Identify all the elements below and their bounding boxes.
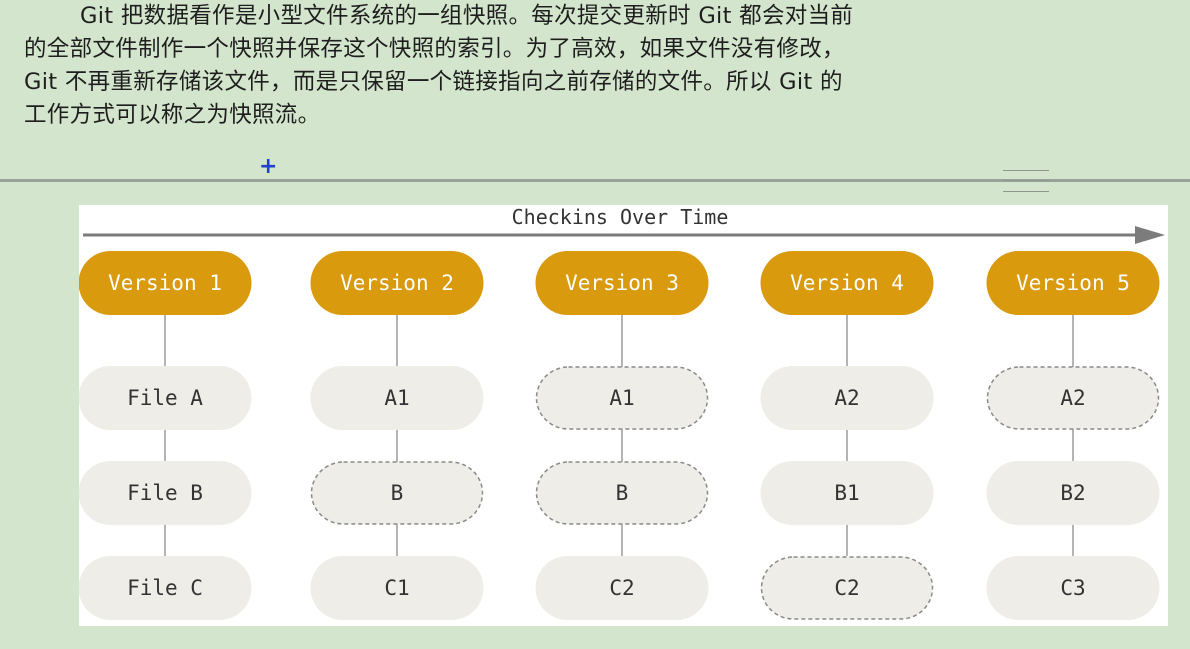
slide-corner-marker bbox=[1003, 170, 1049, 192]
version-4-file-1-label: A2 bbox=[834, 386, 859, 410]
version-4-file-2-label: B1 bbox=[834, 481, 859, 505]
version-5-file-2-label: B2 bbox=[1060, 481, 1085, 505]
version-5-file-3-label: C3 bbox=[1060, 576, 1085, 600]
snapshot-diagram-canvas: Checkins Over Time Version 1 File A File B F… bbox=[79, 205, 1165, 620]
version-3-file-3-label: C2 bbox=[609, 576, 634, 600]
paragraph-line-1: Git 把数据看作是小型文件系统的一组快照。每次提交更新时 Git 都会对当前 bbox=[80, 3, 854, 29]
version-4-label: Version 4 bbox=[790, 271, 904, 295]
version-2-label: Version 2 bbox=[340, 271, 454, 295]
version-3-file-2-label: B bbox=[616, 481, 629, 505]
version-1-label: Version 1 bbox=[108, 271, 222, 295]
paragraph-line-3: Git 不再重新存储该文件，而是只保留一个链接指向之前存储的文件。所以 Git … bbox=[24, 69, 843, 95]
crosshair-cursor-icon: + bbox=[259, 154, 278, 179]
snapshot-diagram: Checkins Over Time Version 1 File A File B F… bbox=[79, 205, 1168, 626]
version-2-file-3-label: C1 bbox=[384, 576, 409, 600]
version-1-file-3-label: File C bbox=[127, 576, 203, 600]
paragraph-line-2: 的全部文件制作一个快照并保存这个快照的索引。为了高效，如果文件没有修改， bbox=[24, 36, 845, 62]
timeline-title: Checkins Over Time bbox=[512, 205, 729, 229]
version-4-file-3-label: C2 bbox=[834, 576, 859, 600]
paragraph-line-4: 工作方式可以称之为快照流。 bbox=[24, 102, 321, 128]
version-1-file-1-label: File A bbox=[127, 386, 203, 410]
timeline-arrow-head bbox=[1135, 226, 1165, 244]
version-3-label: Version 3 bbox=[565, 271, 679, 295]
intro-paragraph: Git 把数据看作是小型文件系统的一组快照。每次提交更新时 Git 都会对当前 … bbox=[24, 0, 1014, 132]
version-5-label: Version 5 bbox=[1016, 271, 1130, 295]
version-3-file-1-label: A1 bbox=[609, 386, 634, 410]
version-1-file-2-label: File B bbox=[127, 481, 203, 505]
version-5-file-1-label: A2 bbox=[1060, 386, 1085, 410]
version-2-file-2-label: B bbox=[391, 481, 404, 505]
version-2-file-1-label: A1 bbox=[384, 386, 409, 410]
